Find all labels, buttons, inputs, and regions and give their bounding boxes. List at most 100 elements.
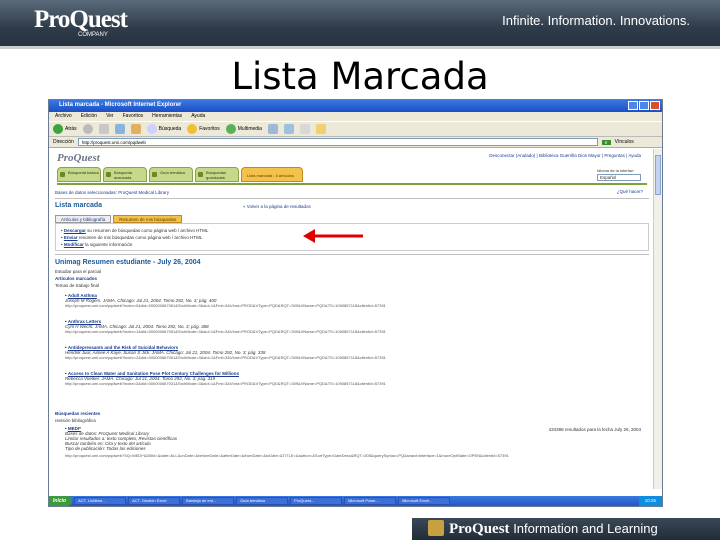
taskbar-item[interactable]: ProQuest... [290,497,343,505]
taskbar-item[interactable]: Microsoft Excel... [398,497,451,505]
download-link[interactable]: Descargar [64,228,86,233]
search-label: Búsqueda [158,126,182,132]
close-icon[interactable] [650,101,660,110]
start-button[interactable]: Inicio [49,496,73,506]
breadcrumb[interactable]: Bases de datos seleccionadas: ProQuest M… [55,190,169,195]
search-icon [146,124,157,134]
taskbar-item[interactable]: Bandeja de ent... [182,497,235,505]
media-label: Multimedia [237,126,262,132]
tab-busqueda-avanzada[interactable]: Búsqueda avanzada [103,167,147,182]
list-item: • Access to Clean Water and Sanitation P… [65,371,386,386]
go-button[interactable]: Ir [601,139,611,145]
logo-text: ProQuest [34,6,128,33]
taskbar-item[interactable]: ACT. Unilibrol... [74,497,127,505]
menu-favoritos[interactable]: Favoritos [123,113,144,121]
proquest-logo: ProQuest COMPANY [34,6,128,38]
slide-title: Lista Marcada [231,55,489,98]
search-item: • MEDI* Bases de datos: ProQuest Medical… [65,426,509,458]
address-bar: Dirección http://proquest.umi.com/pqdweb… [49,137,662,148]
action-send: • Enviar resumen de mis búsquedas como p… [61,235,203,240]
address-input[interactable]: http://proquest.umi.com/pqdweb [77,138,598,146]
window-titlebar: Lista marcada - Microsoft Internet Explo… [49,100,662,112]
forward-arrow-icon[interactable] [82,124,93,134]
footer-brand: ProQuest Information and Learning [449,521,658,538]
list-item: • Adult Asthma Joseph M Rogers. JAMA. Ch… [65,293,386,308]
language-label: Idioma de la interfaz: [597,168,635,173]
media-button[interactable]: Multimedia [225,124,262,134]
help-link[interactable]: ¿Qué hacer? [617,189,643,194]
article-url[interactable]: http://proquest.umi.com/pqdweb?index=0&d… [65,303,386,308]
tab-busquedas-guardadas[interactable]: Búsquedas guardadas [195,167,239,182]
stop-icon[interactable] [98,124,109,134]
action-text: su resumen de búsquedas como página web … [87,228,209,233]
back-to-results-link[interactable]: « Volver a la página de resultados [243,204,311,209]
sub-tabs: Artículos y bibliografía Resumen de mis … [55,215,183,223]
divider [55,198,649,199]
menu-archivo[interactable]: Archivo [55,113,72,121]
action-text: resumen de mis búsquedas como página web… [78,235,203,240]
search-count: 434398 resultados para la fecha July 26,… [548,427,641,432]
send-link[interactable]: Enviar [64,235,78,240]
tab-resumen-busquedas[interactable]: Resumen de mis búsquedas [113,215,183,223]
minimize-icon[interactable] [628,101,638,110]
slide-header: ProQuest COMPANY Infinite. Information. … [0,0,720,46]
search-url[interactable]: http://proquest.umi.com/pqdweb?SQ=MEDI*&… [65,453,509,458]
modify-link[interactable]: Modificar [64,242,84,247]
menu-herramientas[interactable]: Herramientas [152,113,182,121]
logo-subtext: COMPANY [78,32,108,38]
search-button[interactable]: Búsqueda [146,124,182,134]
home-icon[interactable] [130,124,141,134]
summary-line: Artículos marcados [55,276,98,281]
article-url[interactable]: http://proquest.umi.com/pqdweb?index=1&d… [65,329,386,334]
nav-tabs: Búsqueda básica Búsqueda avanzada Guía t… [57,167,303,182]
tab-guia-tematica[interactable]: Guía temática [149,167,193,182]
taskbar-item[interactable]: Guía temática [236,497,289,505]
tab-busqueda-basica[interactable]: Búsqueda básica [57,167,101,182]
favorites-button[interactable]: Favoritos [187,124,220,134]
menu-edicion[interactable]: Edición [81,113,97,121]
language-select[interactable]: Español [597,174,641,181]
print-icon[interactable] [299,124,310,134]
list-item: • Anthrax Letters Cyril H Wecht. JAMA. C… [65,319,386,334]
list-title: Lista marcada [55,202,103,209]
favorites-label: Favoritos [199,126,220,132]
scroll-thumb[interactable] [655,155,661,195]
divider [55,254,649,255]
header-divider [0,46,720,49]
tab-articulos[interactable]: Artículos y bibliografía [55,215,112,223]
menu-bar: Archivo Edición Ver Favoritos Herramient… [49,112,662,121]
recent-searches-header: Búsquedas recientes [55,411,101,416]
back-label: Atrás [65,126,77,132]
history-icon[interactable] [267,124,278,134]
vertical-scrollbar[interactable] [653,149,662,489]
summary-line: Temas de trabajo final [55,283,100,288]
menu-ayuda[interactable]: Ayuda [191,113,205,121]
taskbar: Inicio ACT. Unilibrol... ACT. Gestión Ex… [49,496,662,506]
back-arrow-icon [53,124,63,134]
taskbar-item[interactable]: ACT. Gestión Excel [128,497,181,505]
page-proquest-logo[interactable]: ProQuest [57,152,100,164]
maximize-icon[interactable] [639,101,649,110]
back-button[interactable]: Atrás [53,124,77,134]
folder-icon[interactable] [315,124,326,134]
article-url[interactable]: http://proquest.umi.com/pqdweb?index=2&d… [65,355,386,360]
taskbar-clock: 10:25 [638,496,662,506]
action-modify: • Modificar la siguiente información [61,242,133,247]
top-links[interactable]: Desconectar (Anulado) | Biblioteca Guerr… [489,153,641,158]
taskbar-item[interactable]: Microsoft Powe... [344,497,397,505]
menu-ver[interactable]: Ver [106,113,114,121]
nav-divider [57,183,647,185]
red-arrow-annotation [303,229,363,243]
page-content: ProQuest Desconectar (Anulado) | Bibliot… [49,149,655,489]
links-label[interactable]: Vínculos [615,139,634,145]
recent-searches-sub: revisión bibliográfica [55,418,96,423]
mail-icon[interactable] [283,124,294,134]
media-icon [225,124,236,134]
tab-lista-marcada[interactable]: Lista marcada : 4 artículos [241,167,303,182]
tagline: Infinite. Information. Innovations. [502,13,690,28]
browser-toolbar: Atrás Búsqueda Favoritos Multimedia [49,121,662,137]
footer-brand-rest: Information and Learning [513,521,658,536]
action-download: • Descargar su resumen de búsquedas como… [61,228,209,233]
refresh-icon[interactable] [114,124,125,134]
article-url[interactable]: http://proquest.umi.com/pqdweb?index=3&d… [65,381,386,386]
